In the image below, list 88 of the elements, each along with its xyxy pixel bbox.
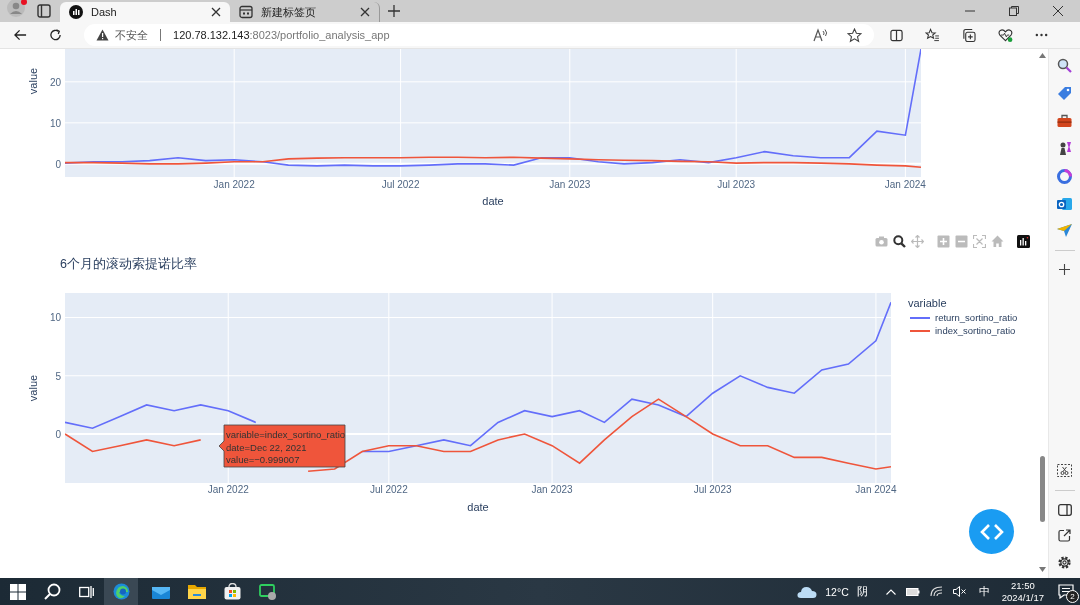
axis-title: date: [482, 195, 504, 207]
axis-tick-label: 20: [49, 76, 61, 88]
zoom-icon[interactable]: [893, 235, 906, 248]
battery-icon[interactable]: [905, 587, 920, 596]
browser-tab[interactable]: Dash: [60, 2, 230, 22]
read-aloud-icon[interactable]: [813, 28, 830, 42]
chart-title: 6个月的滚动索提诺比率: [60, 257, 198, 271]
chat-app-icon[interactable]: [259, 583, 277, 600]
axis-tick-label: Jul 2022: [381, 179, 420, 190]
wifi-icon[interactable]: [929, 586, 943, 597]
external-link-icon[interactable]: [1058, 529, 1071, 542]
scrollbar[interactable]: [1038, 53, 1046, 572]
input-method-indicator[interactable]: 中: [978, 584, 990, 599]
chess-pieces-icon[interactable]: [1057, 141, 1072, 156]
send-icon[interactable]: [1057, 224, 1072, 237]
axis-title: date: [467, 501, 489, 513]
clock-date[interactable]: 2024/1/17: [1001, 591, 1044, 604]
tab-actions-icon[interactable]: [37, 4, 51, 18]
muted-speaker-icon[interactable]: [952, 586, 967, 597]
hover-tooltip: variable=index_sortino_ratio date=Dec 22, 2021 value=−0.999007: [218, 424, 346, 468]
tag-icon[interactable]: [1057, 86, 1072, 101]
axis-tick-label: Jul 2022: [369, 484, 408, 495]
axis-tick-label: 0: [55, 429, 61, 441]
close-icon[interactable]: [360, 7, 370, 17]
axis-tick-label: 10: [49, 117, 61, 129]
axis-tick-label: Jan 2023: [531, 484, 573, 495]
new-tab-icon[interactable]: [388, 5, 400, 17]
axis-tick-label: Jan 2023: [549, 179, 591, 190]
browser-logo-icon: [112, 583, 130, 600]
search-icon[interactable]: [44, 583, 61, 600]
code-toggle-button[interactable]: [969, 509, 1014, 554]
page-icon: [239, 5, 253, 19]
axis-tick-label: Jan 2024: [884, 179, 926, 190]
axis-title: value: [27, 374, 39, 402]
add-icon[interactable]: [1059, 264, 1070, 275]
search-icon[interactable]: [1057, 58, 1072, 73]
ring-logo-icon[interactable]: [1057, 169, 1072, 184]
close-icon[interactable]: [1053, 6, 1063, 16]
notification-count-badge: 2: [1066, 590, 1079, 603]
mail-app-icon[interactable]: [1057, 197, 1072, 211]
task-view-icon[interactable]: [79, 584, 94, 599]
temperature-text: 12°C: [825, 585, 849, 598]
screenshot-icon[interactable]: [1057, 464, 1072, 477]
settings-icon[interactable]: [1057, 555, 1072, 570]
axis-tick-label: Jan 2024: [855, 484, 897, 495]
browser-taskbar-button[interactable]: [104, 578, 138, 605]
store-icon[interactable]: [224, 583, 241, 600]
favorite-star-icon[interactable]: [847, 27, 863, 43]
legend-item[interactable]: return_sortino_ratio: [935, 312, 1018, 323]
axis-title: value: [27, 67, 39, 95]
code-brackets-icon: [979, 522, 1004, 541]
annotation: variable=index_sortino_ratio date=Dec 22, 2021 value=−0.999007: [226, 429, 346, 465]
cloud-icon: [797, 585, 818, 598]
more-icon[interactable]: [1034, 33, 1048, 37]
axis-tick-label: Jan 2022: [207, 484, 249, 495]
axis-tick-label: 5: [55, 370, 61, 382]
dash-logo-icon: [69, 5, 83, 19]
favorites-list-icon[interactable]: [925, 28, 941, 42]
scroll-down-icon[interactable]: [1038, 567, 1046, 572]
tab-title: Dash: [91, 6, 118, 18]
scroll-up-icon[interactable]: [1038, 53, 1046, 58]
plotly-logo-icon[interactable]: [1017, 235, 1030, 248]
axis-tick-label: Jan 2022: [213, 179, 255, 190]
heart-pulse-icon[interactable]: [998, 27, 1013, 43]
axis-tick-label: Jul 2023: [717, 179, 756, 190]
mail-icon[interactable]: [152, 584, 170, 599]
tab-title: 新建标签页: [261, 4, 317, 20]
restore-icon[interactable]: [1009, 6, 1019, 16]
split-screen-icon[interactable]: [890, 28, 904, 42]
chevron-up-icon[interactable]: [885, 588, 896, 595]
address-field[interactable]: 不安全 120.78.132.143:8023/portfolio_analysis_app: [84, 24, 875, 46]
sidebar-panel-icon[interactable]: [1057, 504, 1072, 516]
folder-icon[interactable]: [188, 584, 206, 599]
legend-title: variable: [908, 297, 947, 309]
windows-start-icon[interactable]: [10, 583, 26, 600]
back-icon[interactable]: [14, 29, 27, 41]
toolbox-icon[interactable]: [1057, 114, 1072, 128]
clock-time[interactable]: 21:50: [1010, 579, 1035, 592]
axis-tick-label: Jul 2023: [693, 484, 732, 495]
collections-icon[interactable]: [962, 27, 977, 43]
weather-condition: 阴: [856, 584, 868, 599]
close-icon[interactable]: [211, 7, 221, 17]
profile-avatar-icon[interactable]: [6, 0, 28, 18]
legend-item[interactable]: index_sortino_ratio: [935, 325, 1016, 336]
axis-tick-label: 10: [49, 312, 61, 324]
axis-tick-label: 0: [55, 158, 61, 170]
warning-icon: [96, 29, 110, 41]
refresh-icon[interactable]: [49, 28, 63, 42]
